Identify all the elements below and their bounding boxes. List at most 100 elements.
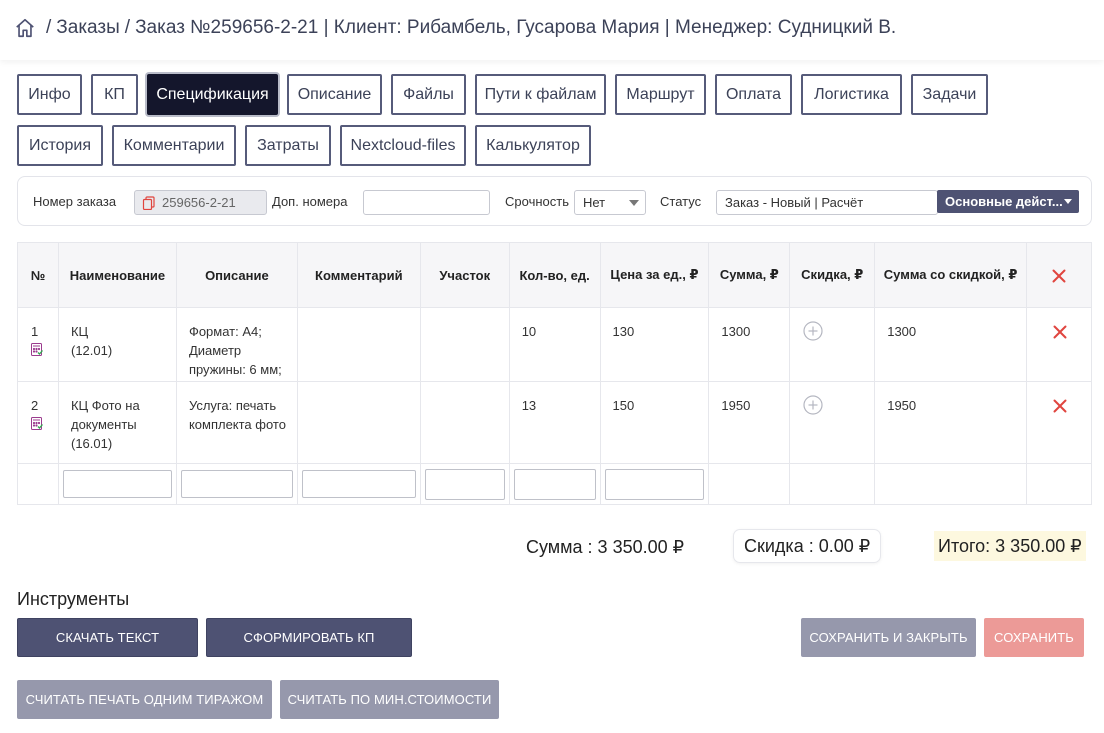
tools-title: Инструменты xyxy=(17,589,130,609)
new-row-price-cell xyxy=(599,463,710,505)
tab-payment[interactable]: Оплата xyxy=(715,74,792,115)
new-name-input[interactable] xyxy=(62,470,172,498)
col-header-sum: Сумма, ₽ xyxy=(708,242,791,308)
row-price: 150 xyxy=(599,381,710,464)
new-row-delete-cell xyxy=(1025,463,1093,505)
order-info-bar: Номер заказа 259656-2-21 Доп. номера Сро… xyxy=(17,176,1092,226)
main-actions-label: Основные дейст... xyxy=(945,194,1063,209)
row-name-code: (12.01) xyxy=(70,343,113,358)
row-sum-discount: 1300 xyxy=(874,307,1027,382)
specification-table: № Наименование Описание Комментарий Учас… xyxy=(17,242,1093,505)
tab-route[interactable]: Маршрут xyxy=(615,74,706,115)
row-comment xyxy=(296,381,421,464)
delete-all-cell xyxy=(1025,242,1093,308)
new-row-description-cell xyxy=(175,463,298,505)
copy-icon[interactable] xyxy=(142,195,156,210)
sum-total: Сумма : 3 350.00 ₽ xyxy=(526,537,685,557)
table-header-row: № Наименование Описание Комментарий Учас… xyxy=(17,242,1093,308)
new-row-discount-cell xyxy=(789,463,876,505)
row-description-cell: Формат: А4; Диаметр пружины: 6 мм; xyxy=(175,307,298,382)
new-row-name-cell xyxy=(57,463,177,505)
new-description-input[interactable] xyxy=(180,470,293,498)
new-comment-input[interactable] xyxy=(301,470,416,498)
discount-total-text: Скидка : 0.00 ₽ xyxy=(744,535,871,556)
save-and-close-button[interactable]: СОХРАНИТЬ И ЗАКРЫТЬ xyxy=(801,618,976,657)
delete-all-icon[interactable] xyxy=(1051,268,1067,284)
add-discount-icon[interactable] xyxy=(803,395,823,415)
tab-history[interactable]: История xyxy=(17,125,103,166)
col-header-qty: Кол-во, ед. xyxy=(508,242,601,308)
row-area xyxy=(419,381,510,464)
calc-min-cost-button[interactable]: СЧИТАТЬ ПО МИН.СТОИМОСТИ xyxy=(280,680,499,719)
row-num-cell: 2 xyxy=(17,381,59,464)
new-qty-input[interactable] xyxy=(513,468,596,500)
tab-description[interactable]: Описание xyxy=(287,74,382,115)
tab-calculator[interactable]: Калькулятор xyxy=(475,125,591,166)
new-row-sum-discount-cell xyxy=(874,463,1027,505)
row-name: КЦ Фото на документы xyxy=(70,398,140,432)
chevron-down-icon xyxy=(629,200,639,206)
order-number-label: Номер заказа xyxy=(33,194,117,209)
row-sum: 1300 xyxy=(708,307,791,382)
new-row-area-cell xyxy=(419,463,510,505)
breadcrumb: / Заказы / Заказ №259656-2-21 | Клиент: … xyxy=(14,17,896,39)
table-row: 1 КЦ (12.01) Формат: А4; Диаметр пружины… xyxy=(17,307,1093,382)
new-price-input[interactable] xyxy=(604,468,705,500)
row-delete-cell xyxy=(1025,307,1093,382)
tab-files[interactable]: Файлы xyxy=(391,74,466,115)
row-description: Услуга: печать комплекта фото xyxy=(188,398,286,432)
download-text-button[interactable]: СКАЧАТЬ ТЕКСТ xyxy=(17,618,198,657)
tab-logistics[interactable]: Логистика xyxy=(801,74,902,115)
tab-kp[interactable]: КП xyxy=(91,74,138,115)
form-kp-button[interactable]: СФОРМИРОВАТЬ КП xyxy=(206,618,412,657)
delete-row-icon[interactable] xyxy=(1052,324,1068,340)
row-num-cell: 1 xyxy=(17,307,59,382)
discount-total: Скидка : 0.00 ₽ xyxy=(733,529,882,563)
tab-tasks[interactable]: Задачи xyxy=(911,74,988,115)
tab-specification[interactable]: Спецификация xyxy=(147,74,278,115)
row-sum: 1950 xyxy=(708,381,791,464)
breadcrumb-orders-link[interactable]: Заказы xyxy=(56,17,120,39)
calculator-icon[interactable] xyxy=(31,343,43,356)
new-row-inputs xyxy=(17,463,1093,505)
status-field[interactable]: Заказ - Новый | Расчёт xyxy=(716,190,938,215)
row-price: 130 xyxy=(599,307,710,382)
row-description-cell: Услуга: печать комплекта фото xyxy=(175,381,298,464)
row-num: 1 xyxy=(31,324,39,339)
new-row-num-cell xyxy=(17,463,59,505)
urgency-select[interactable]: Нет xyxy=(574,190,646,215)
tab-expenses[interactable]: Затраты xyxy=(245,125,331,166)
status-label: Статус xyxy=(660,194,702,209)
grand-total: Итого: 3 350.00 ₽ xyxy=(934,531,1086,561)
breadcrumb-current: Заказ №259656-2-21 | Клиент: Рибамбель, … xyxy=(135,17,897,38)
breadcrumb-separator: / xyxy=(124,17,131,38)
main-actions-dropdown[interactable]: Основные дейст... xyxy=(937,190,1079,213)
calculator-icon[interactable] xyxy=(31,417,43,430)
col-header-description: Описание xyxy=(175,242,298,308)
add-discount-icon[interactable] xyxy=(803,321,823,341)
row-delete-cell xyxy=(1025,381,1093,464)
row-comment xyxy=(296,307,421,382)
new-area-input[interactable] xyxy=(424,468,505,500)
home-icon[interactable] xyxy=(14,17,36,39)
order-number-value: 259656-2-21 xyxy=(162,195,236,210)
tab-info[interactable]: Инфо xyxy=(17,74,82,115)
row-sum-discount: 1950 xyxy=(874,381,1027,464)
new-row-sum-cell xyxy=(708,463,791,505)
urgency-label: Срочность xyxy=(505,194,569,209)
calc-single-run-button[interactable]: СЧИТАТЬ ПЕЧАТЬ ОДНИМ ТИРАЖОМ xyxy=(17,680,272,719)
row-qty: 13 xyxy=(508,381,601,464)
tab-file-paths[interactable]: Пути к файлам xyxy=(475,74,606,115)
tab-nextcloud-files[interactable]: Nextcloud-files xyxy=(340,125,466,166)
delete-row-icon[interactable] xyxy=(1052,398,1068,414)
row-discount-cell xyxy=(789,381,876,464)
urgency-value: Нет xyxy=(583,195,606,210)
row-name-cell: КЦ (12.01) xyxy=(57,307,177,382)
col-header-sum-discount: Сумма со скидкой, ₽ xyxy=(874,242,1027,308)
col-header-discount: Скидка, ₽ xyxy=(789,242,876,308)
grand-total-text: Итого: 3 350.00 ₽ xyxy=(938,535,1082,556)
extra-numbers-input[interactable] xyxy=(363,190,490,215)
row-name-code: (16.01) xyxy=(70,436,113,451)
tab-comments[interactable]: Комментарии xyxy=(112,125,236,166)
save-button[interactable]: СОХРАНИТЬ xyxy=(984,618,1084,657)
